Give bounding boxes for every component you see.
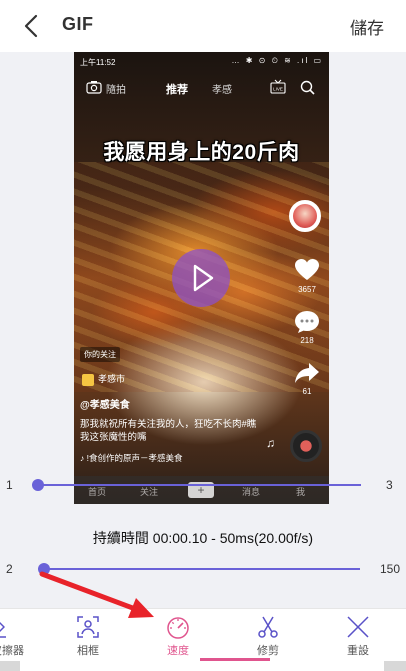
search-icon (300, 80, 315, 95)
share-count: 61 (302, 387, 312, 396)
heart-icon (295, 259, 319, 280)
comment-icon (295, 311, 319, 333)
author-name: @孝感美食 (80, 400, 130, 411)
duration-text: 持續時間 00:00.10 - 50ms(20.00f/s) (92, 530, 314, 546)
video-headline: 我愿用身上的20斤肉 (103, 141, 300, 164)
scissors-icon (258, 616, 278, 638)
music-disc-icon (290, 430, 322, 462)
avatar (289, 200, 321, 232)
play-icon (193, 264, 214, 292)
follow-tag: 你的关注 (80, 347, 120, 362)
svg-text:LIVE: LIVE (273, 87, 283, 92)
frame-range-slider[interactable]: 1 3 (0, 470, 406, 500)
music-label: ♪ !食创作的原声－孝感美食 (80, 453, 183, 463)
nav-shoot: 隨拍 (106, 85, 126, 96)
tool-eraser-label: 橡皮擦器 (0, 645, 24, 657)
camera-icon (86, 81, 102, 94)
video-top-nav: 隨拍 推荐 孝感 LIVE (74, 78, 329, 98)
live-icon: LIVE (270, 79, 286, 94)
tool-trim-label: 修剪 (257, 645, 279, 657)
phone-status-bar: 上午11:52 … ✱ ⊙ ⏲ ≋ .ıl ▭ (80, 56, 323, 70)
page-title: GIF (62, 14, 94, 34)
frame-min-label: 1 (6, 478, 13, 492)
tool-speed-label: 速度 (167, 645, 189, 657)
app-header: GIF 儲存 (0, 0, 406, 52)
tool-eraser[interactable]: 橡皮擦器 (0, 609, 26, 661)
bottom-strip-left (0, 661, 20, 671)
tool-frame-label: 相框 (77, 645, 99, 657)
status-icons: … ✱ ⊙ ⏲ ≋ .ıl ▭ (231, 56, 323, 65)
save-button[interactable]: 儲存 (350, 14, 384, 39)
status-time: 上午11:52 (80, 58, 116, 67)
nav-recommend: 推荐 (166, 84, 188, 96)
play-button[interactable] (172, 249, 230, 307)
share-icon (295, 363, 319, 383)
gif-preview: 上午11:52 … ✱ ⊙ ⏲ ≋ .ıl ▭ 隨拍 推荐 孝感 LIVE 我愿… (74, 52, 329, 504)
speed-max-label: 150 (380, 562, 401, 576)
bottom-strip-right (384, 661, 406, 671)
comment-count: 218 (300, 336, 314, 345)
annotation-arrow-icon (39, 571, 154, 618)
tool-trim[interactable]: 修剪 (238, 609, 298, 661)
music-note-icon: ♫ (266, 436, 275, 450)
frame-max-label: 3 (386, 478, 393, 492)
frame-slider-thumb[interactable] (32, 479, 44, 491)
bottom-strip (0, 661, 406, 671)
location-label: 孝感市 (82, 372, 125, 386)
close-icon (347, 616, 369, 638)
back-arrow-icon[interactable] (18, 12, 46, 40)
like-count: 3657 (298, 285, 316, 294)
frame-slider-track[interactable] (38, 484, 361, 486)
location-icon (82, 373, 94, 386)
eraser-icon (0, 621, 6, 638)
tool-reset-label: 重設 (347, 645, 369, 657)
video-caption: 那我就祝所有关注我的人，狂吃不长肉#瞧我这张魔性的嘴 (80, 419, 257, 443)
nav-xiaogan: 孝感 (212, 85, 232, 96)
tool-reset[interactable]: 重設 (328, 609, 388, 661)
speed-min-label: 2 (6, 562, 13, 576)
